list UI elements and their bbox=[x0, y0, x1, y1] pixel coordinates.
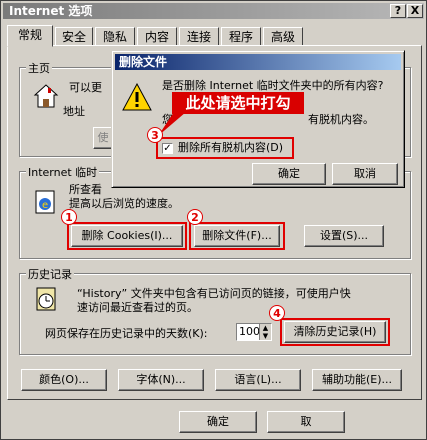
marker-2: 2 bbox=[187, 209, 203, 225]
window-title: Internet 选项 bbox=[9, 4, 93, 18]
ok-button[interactable]: 确定 bbox=[179, 411, 257, 433]
languages-button[interactable]: 语言(L)... bbox=[215, 369, 301, 391]
warning-icon bbox=[122, 82, 152, 111]
history-desc-1: “History” 文件夹中包含有已访问页的链接，可使用户快 bbox=[77, 287, 351, 300]
use-current-button[interactable]: 使 bbox=[93, 127, 113, 149]
temp-settings-button[interactable]: 设置(S)... bbox=[304, 225, 384, 247]
dialog-line2-end: 有脱机内容。 bbox=[308, 113, 374, 126]
history-group-title: 历史记录 bbox=[26, 266, 74, 282]
marker-1: 1 bbox=[61, 209, 77, 225]
tab-security[interactable]: 安全 bbox=[55, 27, 93, 46]
ie-page-icon: e bbox=[33, 189, 59, 215]
homepage-desc: 可以更 bbox=[69, 81, 102, 94]
history-icon bbox=[33, 285, 61, 313]
highlight-delete-cookies bbox=[67, 222, 187, 250]
tab-programs[interactable]: 程序 bbox=[221, 27, 261, 46]
close-button[interactable]: X bbox=[407, 4, 423, 18]
svg-text:e: e bbox=[42, 200, 48, 211]
temp-files-group-title: Internet 临时 bbox=[26, 164, 100, 180]
address-label: 地址 bbox=[63, 105, 85, 118]
callout-annotation: 此处请选中打勾 bbox=[172, 92, 304, 114]
dialog-titlebar: 删除文件 bbox=[115, 54, 401, 70]
tab-privacy[interactable]: 隐私 bbox=[95, 27, 135, 46]
fonts-button[interactable]: 字体(N)... bbox=[118, 369, 204, 391]
tab-connections[interactable]: 连接 bbox=[179, 27, 219, 46]
history-desc-2: 速访问最近查看过的页。 bbox=[77, 301, 198, 314]
dialog-title: 删除文件 bbox=[119, 55, 168, 69]
history-days-value: 100 bbox=[239, 325, 260, 338]
dialog-ok-button[interactable]: 确定 bbox=[252, 163, 326, 185]
colors-button[interactable]: 颜色(O)... bbox=[21, 369, 107, 391]
dialog-question: 是否删除 Internet 临时文件夹中的所有内容? bbox=[162, 79, 384, 92]
highlight-clear-history bbox=[280, 318, 390, 346]
highlight-offline-checkbox bbox=[156, 137, 294, 159]
spinner-arrows-icon[interactable]: ▲ ▼ bbox=[259, 324, 271, 340]
homepage-group-title: 主页 bbox=[26, 60, 52, 76]
temp-desc-1: 所查看 bbox=[69, 183, 102, 196]
tab-content[interactable]: 内容 bbox=[137, 27, 177, 46]
help-button[interactable]: ? bbox=[390, 4, 406, 18]
temp-desc-2: 提高以后浏览的速度。 bbox=[69, 197, 179, 210]
house-icon bbox=[33, 83, 59, 109]
marker-4: 4 bbox=[269, 305, 285, 321]
tab-advanced[interactable]: 高级 bbox=[263, 27, 303, 46]
accessibility-button[interactable]: 辅助功能(E)... bbox=[312, 369, 402, 391]
history-days-spinner[interactable]: 100 ▲ ▼ bbox=[236, 323, 272, 341]
history-days-label: 网页保存在历史记录中的天数(K): bbox=[45, 327, 208, 340]
marker-3: 3 bbox=[147, 127, 163, 143]
cancel-button[interactable]: 取 bbox=[267, 411, 345, 433]
highlight-delete-files bbox=[189, 222, 285, 250]
window-titlebar: Internet 选项 ? X bbox=[3, 3, 424, 19]
tab-general[interactable]: 常规 bbox=[7, 25, 53, 47]
dialog-cancel-button[interactable]: 取消 bbox=[332, 163, 398, 185]
